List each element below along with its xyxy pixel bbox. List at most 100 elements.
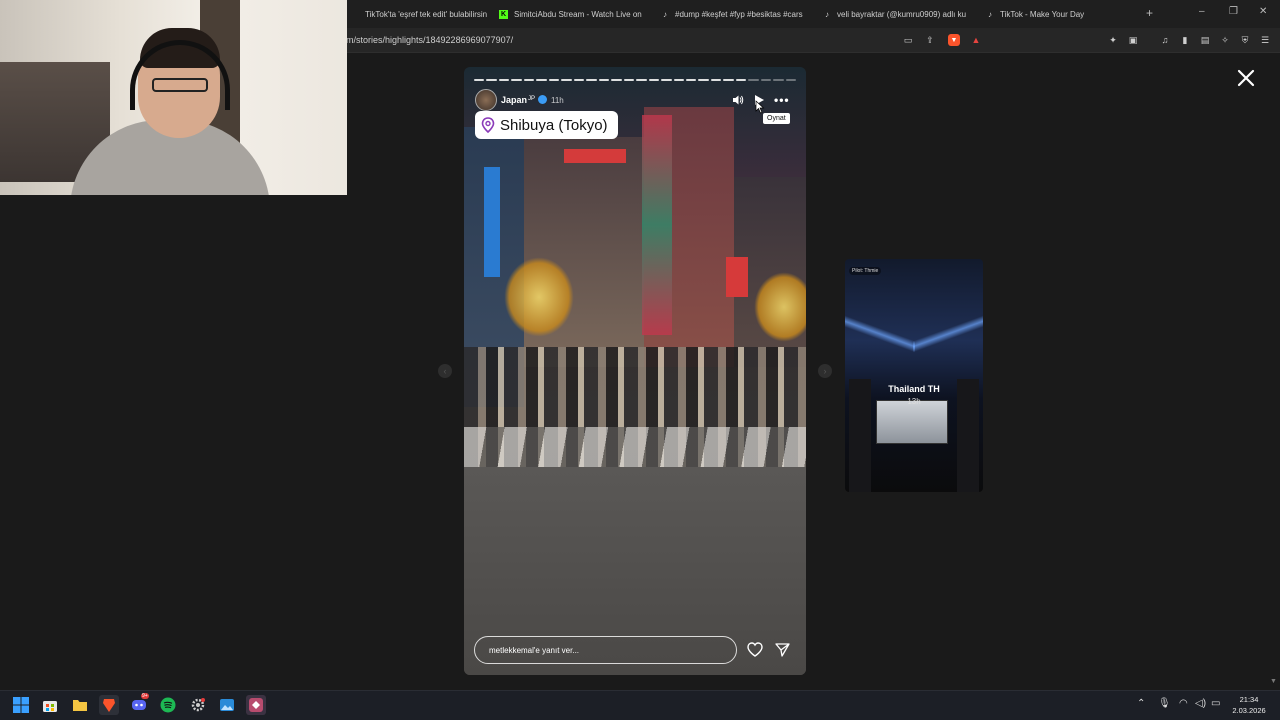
- progress-segment: [760, 79, 772, 81]
- browser-tab-3[interactable]: ♪ #dump #keşfet #fyp #besiktas #cars: [657, 4, 807, 24]
- reply-input[interactable]: metlekkemal'e yanıt ver...: [474, 636, 737, 664]
- avatar[interactable]: [475, 89, 497, 111]
- story-username[interactable]: Japan: [501, 95, 527, 105]
- leo-ai-icon[interactable]: ✧: [1219, 34, 1231, 46]
- share-icon[interactable]: ⇪: [924, 34, 936, 46]
- new-tab-button[interactable]: +: [1146, 6, 1153, 20]
- progress-segment: [548, 79, 560, 81]
- minimize-icon[interactable]: –: [1199, 6, 1205, 17]
- progress-segment: [785, 79, 797, 81]
- location-sticker[interactable]: Shibuya (Tokyo): [475, 111, 618, 139]
- preview-light-beam: [845, 289, 915, 379]
- progress-segment: [511, 79, 522, 81]
- spotify-icon[interactable]: [158, 695, 178, 715]
- file-explorer-icon[interactable]: [70, 695, 90, 715]
- progress-segment: [561, 79, 572, 81]
- preview-username: Thailand TH: [888, 384, 940, 394]
- progress-segment: [648, 79, 660, 81]
- webcam-overlay: [0, 0, 347, 195]
- mouse-cursor-icon: [755, 100, 765, 114]
- progress-segment: [685, 79, 697, 81]
- scroll-down-arrow-icon[interactable]: ▼: [1270, 678, 1277, 685]
- preview-seat: [957, 379, 979, 492]
- kick-icon: K: [499, 9, 508, 19]
- progress-segment: [735, 79, 747, 81]
- progress-segment: [486, 79, 497, 81]
- heart-icon[interactable]: [747, 642, 763, 657]
- progress-segment: [773, 79, 784, 81]
- screenshot-icon[interactable]: ▣: [1127, 34, 1139, 46]
- browser-tab-5[interactable]: ♪ TikTok - Make Your Day: [982, 4, 1132, 24]
- progress-segment: [710, 79, 722, 81]
- battery-icon[interactable]: ▭: [1211, 698, 1220, 709]
- wallet-icon[interactable]: ▤: [1199, 34, 1211, 46]
- send-icon[interactable]: [775, 642, 790, 657]
- discord-icon[interactable]: 9+: [129, 693, 149, 715]
- progress-segment: [586, 79, 597, 81]
- microphone-icon[interactable]: 🎙︎: [1158, 698, 1171, 709]
- progress-segment: [748, 79, 759, 81]
- url-field[interactable]: m/stories/highlights/18492286969077907/: [346, 35, 513, 45]
- tiktok-icon: ♪: [663, 9, 667, 19]
- more-options-icon[interactable]: •••: [774, 93, 790, 107]
- media-icon[interactable]: ♫: [1159, 34, 1171, 46]
- tab-title: SimitciAbdu Stream - Watch Live on: [514, 9, 642, 19]
- system-clock[interactable]: 21:34 2.03.2026: [1231, 694, 1267, 716]
- browser-tab-4[interactable]: ♪ veli bayraktar (@kumru0909) adlı ku: [819, 4, 969, 24]
- windows-start-icon[interactable]: [11, 695, 31, 715]
- story-lit-tree: [754, 272, 806, 342]
- discord-badge: 9+: [141, 693, 149, 699]
- location-pin-icon: [481, 117, 495, 133]
- progress-segment: [598, 79, 610, 81]
- sidebar-icon[interactable]: ▮: [1179, 34, 1191, 46]
- wifi-icon[interactable]: ◠: [1179, 698, 1188, 709]
- story-lit-tree: [504, 257, 574, 337]
- brave-shields-icon[interactable]: ▼: [948, 34, 960, 46]
- show-hidden-icons-icon[interactable]: ⌃: [1137, 698, 1145, 709]
- tab-title: TikTok - Make Your Day: [1000, 9, 1085, 19]
- story-timestamp: 11h: [551, 96, 564, 105]
- story-progress-bar: [474, 79, 797, 81]
- story-viewer[interactable]: Japan JP 11h ••• Oynat Shibuya (Tokyo) m…: [464, 67, 806, 675]
- restore-icon[interactable]: ❐: [1229, 6, 1238, 17]
- game-app-icon[interactable]: [246, 695, 266, 715]
- preview-tag: Pilot: Thmie: [849, 267, 882, 275]
- previous-story-button[interactable]: ‹: [438, 364, 452, 378]
- vpn-icon[interactable]: ⛨: [1239, 34, 1251, 46]
- cast-icon[interactable]: ▭: [902, 34, 914, 46]
- brave-rewards-icon[interactable]: ▲: [970, 34, 982, 46]
- extensions-icon[interactable]: ✦: [1107, 34, 1119, 46]
- webcam-glasses: [152, 78, 208, 92]
- play-tooltip: Oynat: [763, 113, 790, 124]
- progress-segment: [474, 79, 485, 81]
- close-window-icon[interactable]: ✕: [1259, 6, 1267, 17]
- brave-browser-icon[interactable]: [99, 695, 119, 715]
- progress-segment: [636, 79, 647, 81]
- next-story-preview[interactable]: Pilot: Thmie Thailand TH 13h: [845, 259, 983, 492]
- verified-badge-icon: [538, 95, 547, 104]
- clock-date: 2.03.2026: [1232, 706, 1266, 715]
- tab-title: #dump #keşfet #fyp #besiktas #cars: [675, 9, 803, 19]
- next-story-button[interactable]: ›: [818, 364, 832, 378]
- menu-icon[interactable]: ☰: [1259, 34, 1271, 46]
- tiktok-icon: ♪: [825, 9, 829, 19]
- progress-segment: [698, 79, 709, 81]
- browser-tab-2[interactable]: K SimitciAbdu Stream - Watch Live on: [495, 4, 645, 24]
- close-icon[interactable]: [1234, 66, 1258, 90]
- story-neon-sign: [726, 257, 748, 297]
- browser-tab-1[interactable]: TikTok'ta 'eşref tek edit' bulabilirsini…: [347, 4, 487, 24]
- photos-icon[interactable]: [217, 695, 237, 715]
- tiktok-icon: [351, 10, 359, 19]
- progress-segment: [536, 79, 547, 81]
- settings-gear-icon[interactable]: [188, 695, 208, 715]
- speaker-icon[interactable]: ◁): [1195, 698, 1206, 709]
- clock-time: 21:34: [1239, 695, 1259, 704]
- volume-icon[interactable]: [732, 94, 744, 106]
- location-name: Shibuya (Tokyo): [500, 116, 608, 134]
- store-icon[interactable]: [40, 695, 60, 715]
- story-neon-sign: [484, 167, 500, 277]
- preview-screen: [876, 400, 948, 444]
- progress-segment: [673, 79, 684, 81]
- flag-label: JP: [528, 96, 536, 102]
- progress-segment: [661, 79, 672, 81]
